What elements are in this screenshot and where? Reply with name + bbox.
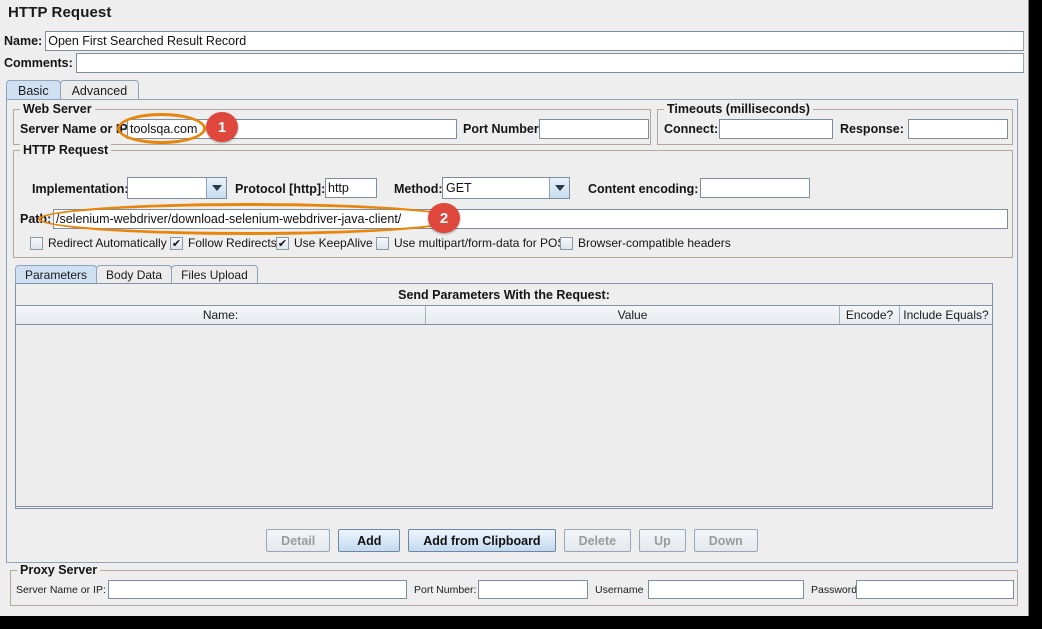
page-title: HTTP Request (8, 4, 112, 21)
http-request-sampler-panel: HTTP Request Name: Open First Searched R… (0, 0, 1029, 616)
name-row: Name: Open First Searched Result Record (4, 31, 1024, 51)
comments-row: Comments: (4, 53, 1024, 73)
checkbox-label: Use multipart/form-data for POST (394, 236, 573, 250)
checkbox-icon: ✔ (170, 236, 183, 250)
response-timeout-label: Response: (840, 122, 904, 136)
proxy-password-input[interactable] (856, 580, 1014, 599)
basic-tab-panel: Web Server Server Name or IP: toolsqa.co… (6, 99, 1018, 563)
content-encoding-input[interactable] (700, 178, 810, 198)
tab-basic[interactable]: Basic (6, 80, 61, 100)
tab-parameters[interactable]: Parameters (15, 265, 98, 284)
http-request-group-title: HTTP Request (20, 143, 112, 157)
proxy-server-name-label: Server Name or IP: (16, 584, 106, 596)
checkbox-icon (376, 236, 389, 250)
proxy-port-input[interactable] (478, 580, 588, 599)
tab-advanced[interactable]: Advanced (59, 80, 140, 100)
connect-timeout-label: Connect: (664, 122, 719, 136)
parameters-tab-strip: Parameters Body Data Files Upload (15, 264, 258, 284)
name-label: Name: (4, 34, 43, 48)
column-header-value[interactable]: Value (426, 306, 840, 324)
comments-input[interactable] (75, 53, 1024, 73)
chevron-down-icon (206, 178, 226, 198)
column-header-encode[interactable]: Encode? (840, 306, 900, 324)
implementation-dropdown[interactable] (127, 177, 227, 199)
proxy-server-group: Proxy Server Server Name or IP: Port Num… (10, 563, 1018, 606)
add-from-clipboard-button[interactable]: Add from Clipboard (408, 529, 556, 552)
proxy-username-input[interactable] (648, 580, 804, 599)
parameters-table: Send Parameters With the Request: Name: … (15, 283, 993, 509)
path-label: Path: (20, 212, 52, 226)
port-number-label: Port Number: (463, 122, 543, 136)
protocol-input[interactable]: http (325, 178, 377, 198)
up-button[interactable]: Up (639, 529, 686, 552)
http-request-group: HTTP Request Implementation: Protocol [h… (13, 143, 1013, 258)
timeouts-group-title: Timeouts (milliseconds) (664, 102, 813, 116)
table-header-row: Name: Value Encode? Include Equals? (16, 305, 992, 325)
checkbox-redirect-automatically[interactable]: Redirect Automatically (30, 236, 167, 250)
method-label: Method: (394, 182, 443, 196)
checkbox-label: Browser-compatible headers (578, 236, 731, 250)
tab-files-upload[interactable]: Files Upload (171, 265, 258, 284)
implementation-label: Implementation: (32, 182, 129, 196)
server-name-label: Server Name or IP: (20, 122, 132, 136)
table-caption: Send Parameters With the Request: (398, 288, 610, 302)
checkbox-icon: ✔ (276, 236, 289, 250)
method-value: GET (446, 181, 472, 195)
proxy-port-label: Port Number: (414, 584, 477, 596)
content-encoding-label: Content encoding: (588, 182, 699, 196)
detail-button[interactable]: Detail (266, 529, 331, 552)
tab-body-data[interactable]: Body Data (96, 265, 173, 284)
checkbox-label: Redirect Automatically (48, 236, 167, 250)
checkbox-follow-redirects[interactable]: ✔ Follow Redirects (170, 236, 277, 250)
web-server-group-title: Web Server (20, 102, 95, 116)
checkbox-use-multipart-form-data[interactable]: Use multipart/form-data for POST (376, 236, 573, 250)
column-header-include-equals[interactable]: Include Equals? (900, 306, 992, 324)
web-server-group: Web Server Server Name or IP: toolsqa.co… (13, 102, 651, 145)
proxy-server-name-input[interactable] (108, 580, 407, 599)
checkbox-label: Follow Redirects (188, 236, 277, 250)
port-number-input[interactable] (539, 119, 649, 139)
name-input[interactable]: Open First Searched Result Record (45, 31, 1024, 51)
add-button[interactable]: Add (338, 529, 401, 552)
parameters-button-row: Detail Add Add from Clipboard Delete Up … (7, 529, 1017, 552)
checkbox-icon (560, 236, 573, 250)
delete-button[interactable]: Delete (563, 529, 632, 552)
checkbox-label: Use KeepAlive (294, 236, 373, 250)
proxy-server-group-title: Proxy Server (17, 563, 101, 577)
chevron-down-icon (549, 178, 569, 198)
table-body[interactable] (16, 325, 992, 507)
checkbox-icon (30, 236, 43, 250)
comments-label: Comments: (4, 56, 73, 70)
path-input[interactable]: /selenium-webdriver/download-selenium-we… (53, 209, 1008, 229)
column-header-name[interactable]: Name: (16, 306, 426, 324)
proxy-username-label: Username (595, 584, 644, 596)
implementation-value (128, 178, 206, 198)
method-dropdown[interactable]: GET (442, 177, 570, 199)
protocol-label: Protocol [http]: (235, 182, 326, 196)
proxy-password-label: Password (811, 584, 858, 596)
checkbox-use-keepalive[interactable]: ✔ Use KeepAlive (276, 236, 373, 250)
connect-timeout-input[interactable] (719, 119, 833, 139)
server-name-input[interactable]: toolsqa.com (127, 119, 457, 139)
timeouts-group: Timeouts (milliseconds) Connect: Respons… (657, 102, 1013, 145)
down-button[interactable]: Down (693, 529, 758, 552)
checkbox-browser-compatible-headers[interactable]: Browser-compatible headers (560, 236, 731, 250)
main-tab-strip: Basic Advanced (6, 79, 140, 100)
response-timeout-input[interactable] (908, 119, 1008, 139)
